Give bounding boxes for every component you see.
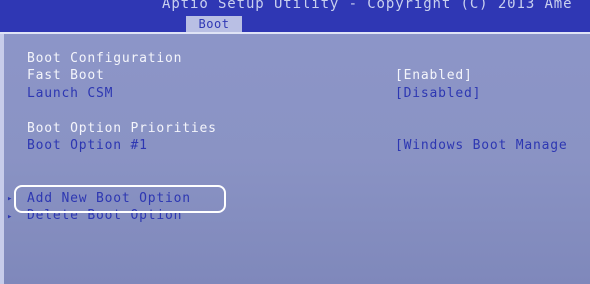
section-heading-boot-configuration: Boot Configuration <box>27 51 183 66</box>
section-heading-boot-option-priorities: Boot Option Priorities <box>27 121 217 136</box>
selection-highlight-outline <box>14 185 226 213</box>
setting-value-fast-boot[interactable]: [Enabled] <box>395 68 473 83</box>
submenu-arrow-icon: ▸ <box>7 194 13 204</box>
setting-label-boot-option-1[interactable]: Boot Option #1 <box>27 138 148 153</box>
setting-label-launch-csm[interactable]: Launch CSM <box>27 86 113 101</box>
tab-boot[interactable]: Boot <box>186 16 242 33</box>
header-divider <box>0 32 590 34</box>
submenu-arrow-icon: ▸ <box>7 212 13 222</box>
setting-label-fast-boot[interactable]: Fast Boot <box>27 68 105 83</box>
title-bar: Aptio Setup Utility - Copyright (C) 2013… <box>0 0 590 33</box>
left-border <box>0 34 4 284</box>
setting-value-launch-csm[interactable]: [Disabled] <box>395 86 481 101</box>
bios-screen: Aptio Setup Utility - Copyright (C) 2013… <box>0 0 590 284</box>
app-title: Aptio Setup Utility - Copyright (C) 2013… <box>162 0 573 12</box>
setting-value-boot-option-1[interactable]: [Windows Boot Manage <box>395 138 568 153</box>
